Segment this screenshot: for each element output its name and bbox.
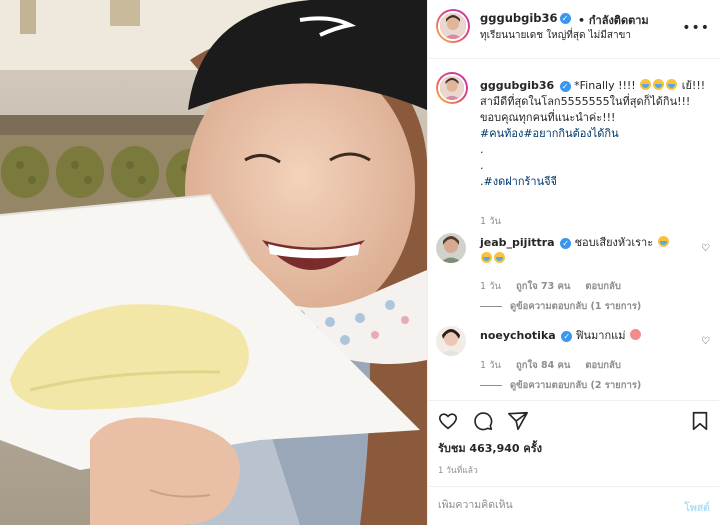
caption-dot: .	[480, 143, 484, 156]
laughing-emoji-icon	[657, 236, 669, 247]
verified-badge-icon: ✓	[559, 13, 571, 24]
comment-icon[interactable]	[472, 410, 494, 432]
replies-divider	[480, 385, 502, 386]
comment-username[interactable]: noeychotika	[480, 329, 556, 342]
comment-text: ชอบเสียงหัวเราะ	[574, 236, 654, 249]
commenter-avatar[interactable]	[436, 233, 466, 263]
post-header: gggubgib36 ✓ • กำลังติดตาม ทุเรียนนายเดช …	[428, 0, 719, 59]
post-timestamp[interactable]: 1 วันที่แล้ว	[438, 463, 478, 477]
caption-avatar[interactable]	[436, 72, 468, 104]
comment-reply-button[interactable]: ตอบกลับ	[585, 281, 621, 292]
comment-meta: 1 วัน ถูกใจ 84 คน ตอบกลับ	[480, 358, 633, 373]
post-comment-button[interactable]: โพสต์	[684, 499, 710, 516]
author-avatar[interactable]	[436, 9, 470, 43]
more-icon[interactable]: •••	[682, 20, 710, 36]
comment-item: noeychotika ✓ ฟินมากแม่ ♡ 1 วัน ถูกใจ 84…	[436, 326, 712, 406]
laughing-emoji-icon	[494, 252, 505, 263]
comments-list[interactable]: gggubgib36 ✓ *Finally !!!! เย้!!!สามีดีท…	[428, 60, 719, 400]
crying-emoji-icon	[653, 79, 665, 90]
comment-meta: 1 วัน ถูกใจ 73 คน ตอบกลับ	[480, 279, 633, 294]
add-comment-bar: โพสต์	[428, 486, 719, 525]
author-username[interactable]: gggubgib36 ✓	[480, 11, 571, 25]
comment-like-icon[interactable]: ♡	[701, 336, 710, 347]
caption-hashtag-shop[interactable]: .#งดฝากร้านจีจี	[480, 175, 557, 188]
caption-dot: .	[480, 159, 484, 172]
comment-body: noeychotika ✓ ฟินมากแม่	[480, 328, 712, 344]
comment-input[interactable]	[438, 499, 648, 511]
comment-text: ฟินมากแม่	[575, 329, 626, 342]
comment-time[interactable]: 1 วัน	[480, 360, 501, 371]
caption-time[interactable]: 1 วัน	[480, 216, 501, 227]
caption: gggubgib36 ✓ *Finally !!!! เย้!!!สามีดีท…	[436, 72, 712, 227]
comment-body: jeab_pijittra ✓ ชอบเสียงหัวเราะ	[480, 235, 712, 267]
caption-hashtags[interactable]: #คนท้อง#อยากกินต้องได้กิน	[480, 127, 619, 140]
view-count[interactable]: รับชม 463,940 ครั้ง	[438, 439, 542, 457]
view-replies-label[interactable]: ดูข้อความตอบกลับ (1 รายการ)	[510, 301, 641, 312]
location-link[interactable]: ทุเรียนนายเดช ใหญ่ที่สุด ไม่มีสาขา	[480, 28, 631, 43]
commenter-avatar-image	[436, 326, 466, 356]
crying-emoji-icon	[666, 79, 678, 90]
view-replies-label[interactable]: ดูข้อความตอบกลับ (2 รายการ)	[510, 380, 641, 391]
commenter-avatar-image	[436, 233, 466, 263]
comment-username[interactable]: jeab_pijittra	[480, 236, 555, 249]
view-replies-button[interactable]: ดูข้อความตอบกลับ (2 รายการ)	[480, 378, 641, 393]
caption-avatar-image	[440, 76, 464, 100]
verified-badge-icon: ✓	[561, 330, 573, 342]
comment-likes[interactable]: ถูกใจ 84 คน	[516, 360, 570, 371]
comment-item: jeab_pijittra ✓ ชอบเสียงหัวเราะ ♡ 1 วัน …	[436, 233, 712, 313]
commenter-avatar[interactable]	[436, 326, 466, 356]
author-username-text[interactable]: gggubgib36	[480, 11, 558, 25]
caption-meta: 1 วัน	[480, 214, 513, 229]
instagram-post: gggubgib36 ✓ • กำลังติดตาม ทุเรียนนายเดช …	[0, 0, 719, 525]
comment-reply-button[interactable]: ตอบกลับ	[585, 360, 621, 371]
comment-likes[interactable]: ถูกใจ 73 คน	[516, 281, 570, 292]
bookmark-icon[interactable]	[689, 410, 711, 432]
caption-username[interactable]: gggubgib36	[480, 79, 554, 92]
replies-divider	[480, 306, 502, 307]
share-icon[interactable]	[507, 410, 529, 432]
author-avatar-image	[440, 13, 466, 39]
post-actions: รับชม 463,940 ครั้ง 1 วันที่แล้ว โพสต์	[428, 400, 719, 525]
caption-body: gggubgib36 ✓ *Finally !!!! เย้!!!สามีดีท…	[480, 78, 712, 190]
crying-emoji-icon	[640, 79, 652, 90]
verified-badge-icon: ✓	[559, 80, 571, 92]
heart-icon[interactable]	[437, 410, 459, 432]
post-video[interactable]	[0, 0, 427, 525]
comment-time[interactable]: 1 วัน	[480, 281, 501, 292]
blushing-emoji-icon	[629, 329, 641, 340]
video-frame-image	[0, 0, 427, 525]
post-panel: gggubgib36 ✓ • กำลังติดตาม ทุเรียนนายเดช …	[427, 0, 719, 525]
comment-like-icon[interactable]: ♡	[701, 243, 710, 254]
following-button[interactable]: • กำลังติดตาม	[578, 11, 649, 29]
laughing-emoji-icon	[481, 252, 492, 263]
caption-text-line1: *Finally !!!!	[574, 79, 636, 92]
verified-badge-icon: ✓	[560, 237, 572, 249]
view-replies-button[interactable]: ดูข้อความตอบกลับ (1 รายการ)	[480, 299, 641, 314]
